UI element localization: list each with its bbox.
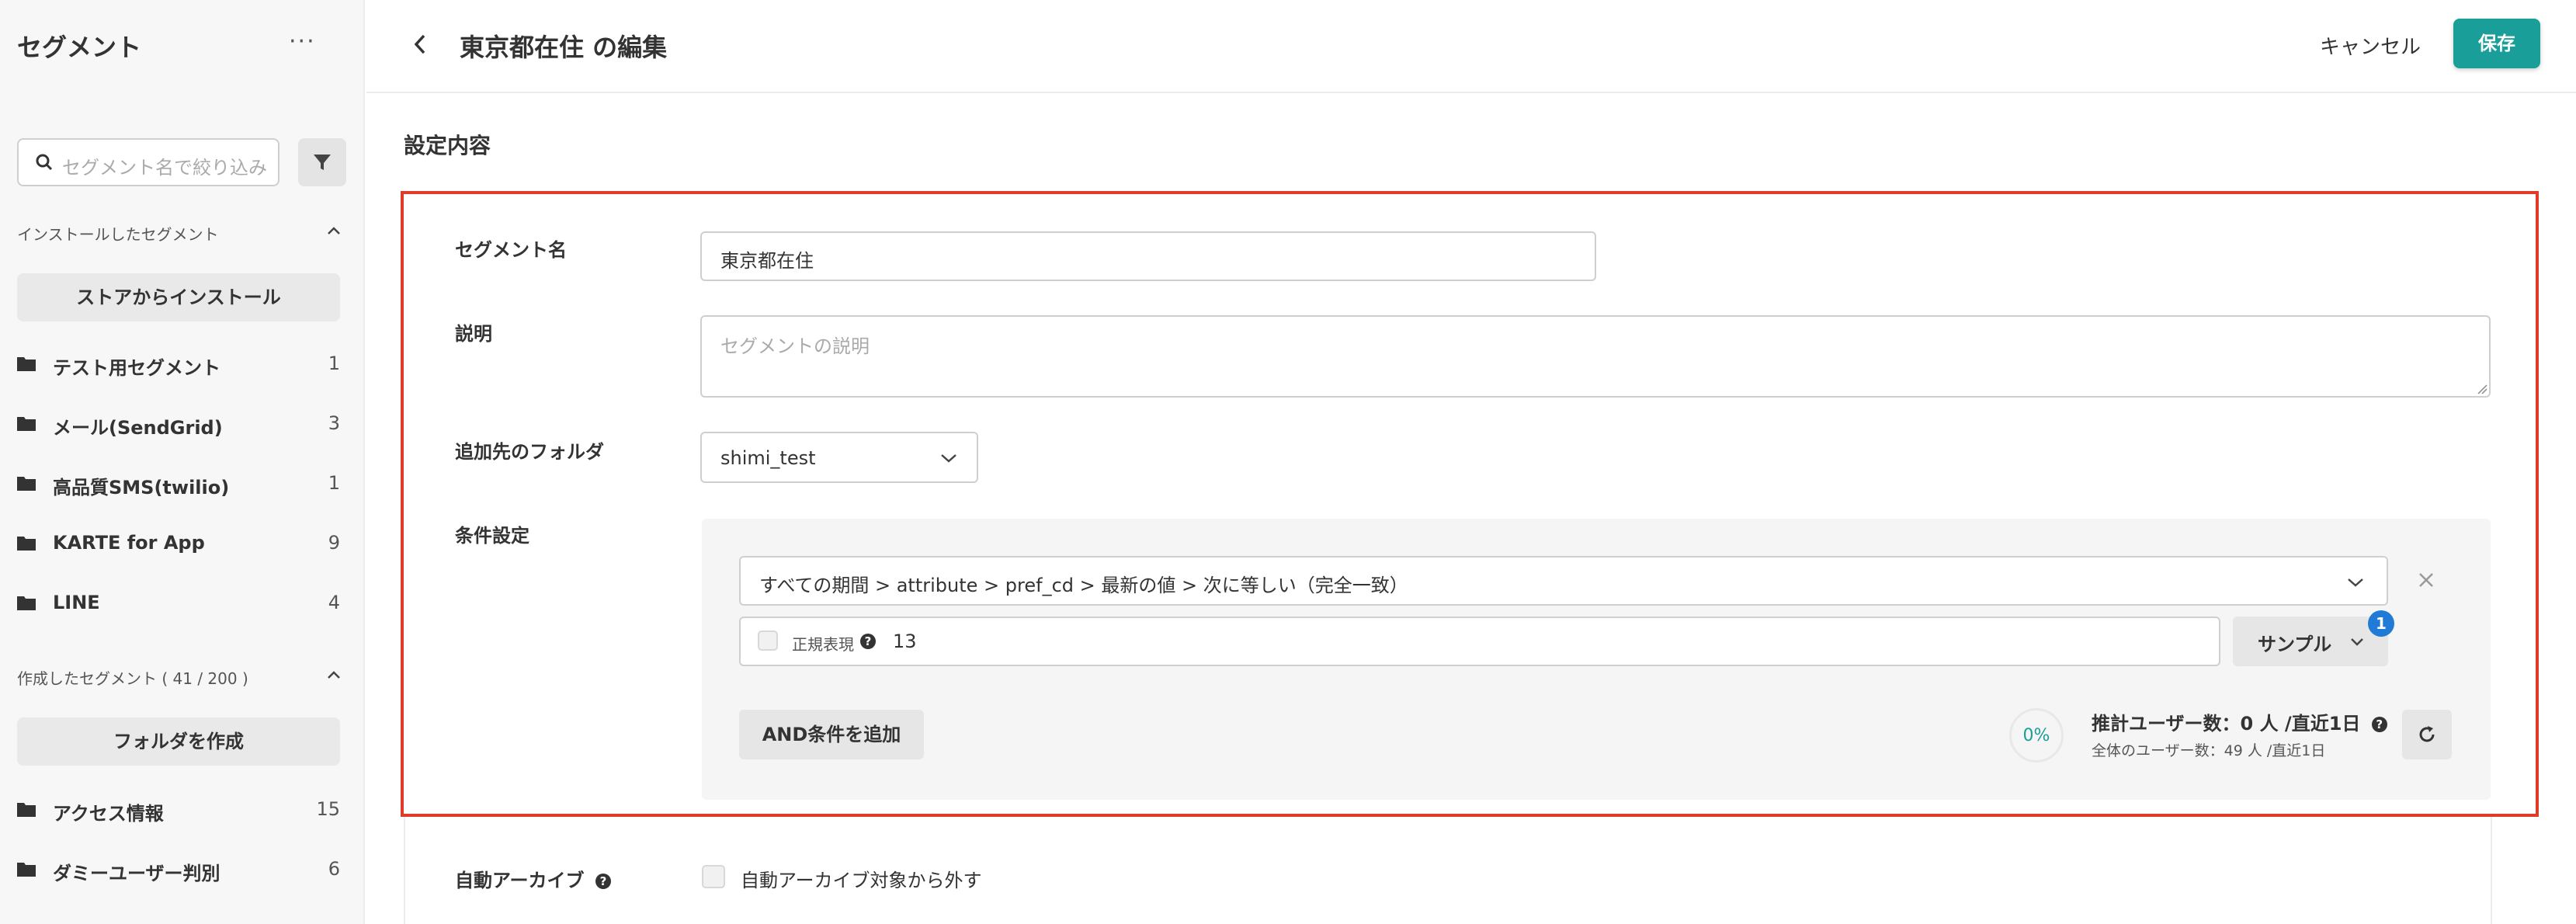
total-users: 全体のユーザー数：49 人 /直近1日 [2092,742,2326,759]
sidebar-title: セグメント [17,33,142,62]
refresh-button[interactable] [2402,710,2452,759]
folder-label: テスト用セグメント [53,357,220,379]
folder-icon [17,863,36,877]
folder-label: ダミーユーザー判別 [53,863,220,884]
description-placeholder: セグメントの説明 [720,335,870,357]
more-options-icon[interactable]: ··· [289,28,316,55]
condition-rule-value: すべての期間 > attribute > pref_cd > 最新の値 > 次に… [759,575,1408,596]
auto-archive-label: 自動アーカイブ ? [455,865,611,892]
auto-archive-checkbox[interactable] [702,865,725,888]
segment-name-value: 東京都在住 [720,250,814,272]
description-textarea[interactable]: セグメントの説明 [700,315,2491,398]
folder-item[interactable]: メール(SendGrid) 3 [17,408,340,439]
condition-value-input[interactable]: 正規表現 ? 13 [739,617,2220,666]
folder-item[interactable]: アクセス情報 15 [17,794,340,825]
created-section-header: 作成したセグメント ( 41 / 200 ) [17,669,248,688]
help-icon[interactable]: ? [2371,717,2387,732]
regex-label: 正規表現 [792,635,854,654]
user-ratio-percent: 0% [2022,726,2050,745]
sample-dropdown-button[interactable]: サンプル [2233,617,2388,666]
auto-archive-label-text: 自動アーカイブ [455,870,585,891]
remove-condition-icon[interactable] [2418,571,2435,589]
folder-select-label: 追加先のフォルダ [455,441,604,463]
description-label: 説明 [455,323,492,345]
folder-count: 1 [328,472,340,494]
chevron-down-icon [2348,578,2363,587]
back-arrow-icon[interactable] [410,33,430,56]
create-folder-button[interactable]: フォルダを作成 [17,717,340,766]
help-icon[interactable]: ? [860,634,876,649]
search-icon [36,154,53,171]
help-icon[interactable]: ? [595,874,611,889]
search-placeholder: セグメント名で絞り込み [62,157,267,179]
folder-label: LINE [53,592,100,613]
folder-label: アクセス情報 [53,803,164,825]
chevron-up-icon[interactable] [326,668,342,683]
segment-name-label: セグメント名 [455,239,567,261]
page-header: 東京都在住 の編集 キャンセル 保存 [366,0,2576,93]
folder-icon [17,417,36,431]
folder-icon [17,537,36,551]
resize-handle-icon[interactable] [2477,384,2487,394]
folder-item[interactable]: ダミーユーザー判別 6 [17,853,340,884]
chevron-down-icon [941,454,956,463]
save-button[interactable]: 保存 [2453,19,2540,68]
folder-label: KARTE for App [53,532,205,554]
filter-icon [314,155,331,170]
segment-name-input[interactable]: 東京都在住 [700,231,1596,281]
folder-count: 1 [328,353,340,374]
folder-label: 高品質SMS(twilio) [53,477,230,498]
folder-count: 4 [328,592,340,613]
folder-item[interactable]: KARTE for App 9 [17,527,340,558]
estimated-users: 推計ユーザー数：0 人 /直近1日 ? [2092,708,2387,735]
folder-count: 6 [328,858,340,880]
folder-count: 15 [316,798,340,820]
folder-count: 3 [328,412,340,434]
refresh-icon [2419,726,2435,742]
folder-icon [17,596,36,610]
chevron-down-icon [2351,638,2363,646]
folder-icon [17,803,36,817]
folder-item[interactable]: 高品質SMS(twilio) 1 [17,467,340,498]
installed-section-header: インストールしたセグメント [17,225,219,244]
page-title: 東京都在住 の編集 [460,33,668,62]
estimated-users-text: 推計ユーザー数：0 人 /直近1日 [2092,713,2361,735]
folder-select[interactable]: shimi_test [700,432,978,483]
sidebar: セグメント ··· セグメント名で絞り込み インストールしたセグメント ストアか… [0,0,365,924]
folder-count: 9 [328,532,340,554]
install-from-store-button[interactable]: ストアからインストール [17,273,340,321]
sample-label: サンプル [2258,634,2332,655]
auto-archive-checkbox-label: 自動アーカイブ対象から外す [741,870,982,891]
folder-select-value: shimi_test [720,447,816,469]
folder-icon [17,357,36,371]
settings-section-title: 設定内容 [404,133,491,158]
segment-search-input[interactable]: セグメント名で絞り込み [17,138,279,186]
filter-button[interactable] [298,138,346,186]
sample-count-badge: 1 [2368,610,2394,637]
cancel-button[interactable]: キャンセル [2320,31,2421,60]
condition-label: 条件設定 [455,525,529,547]
user-ratio-ring: 0% [2009,708,2064,762]
condition-value: 13 [893,630,917,652]
folder-item[interactable]: テスト用セグメント 1 [17,348,340,379]
condition-rule-select[interactable]: すべての期間 > attribute > pref_cd > 最新の値 > 次に… [739,556,2388,606]
folder-label: メール(SendGrid) [53,417,223,439]
add-and-condition-button[interactable]: AND条件を追加 [739,710,924,759]
folder-icon [17,477,36,491]
folder-item[interactable]: LINE 4 [17,587,340,618]
chevron-up-icon[interactable] [326,224,342,239]
regex-checkbox[interactable] [758,630,778,651]
